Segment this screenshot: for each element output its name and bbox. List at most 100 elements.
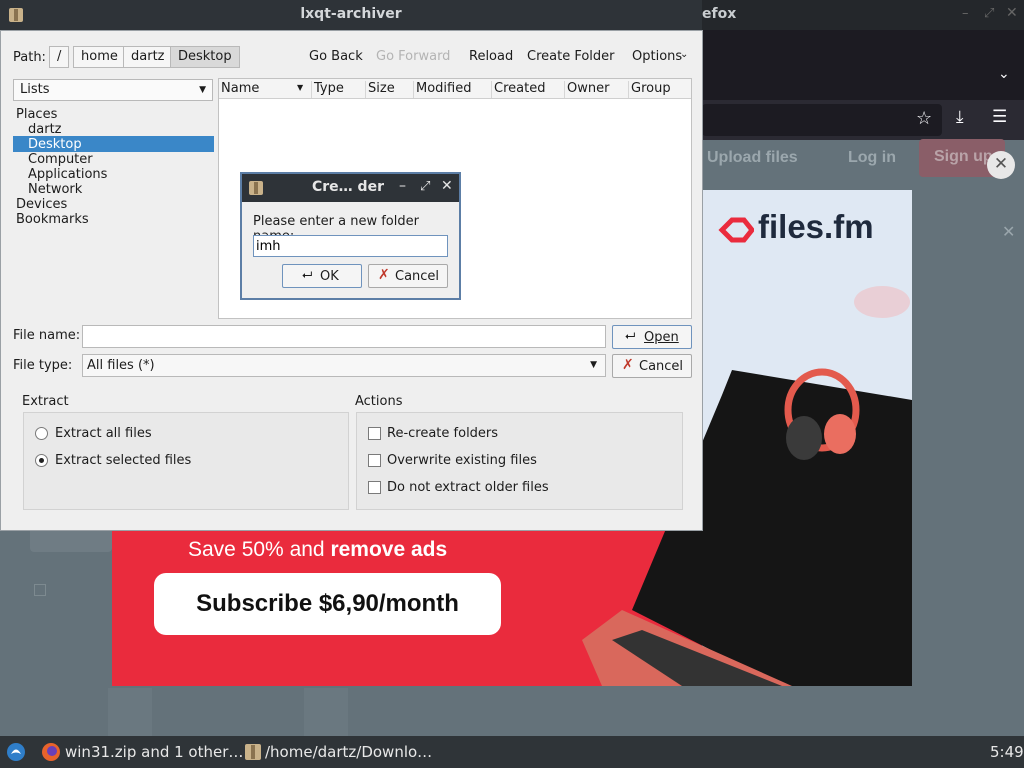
checkbox-overwrite[interactable] xyxy=(368,454,381,467)
browser-maximize2-icon[interactable]: ⤢ xyxy=(984,6,994,21)
login-link[interactable]: Log in xyxy=(848,149,896,167)
place-desktop-label: Desktop xyxy=(28,137,82,152)
task-firefox[interactable]: win31.zip and 1 other… xyxy=(65,743,243,761)
options-dropdown-icon: ⌄ xyxy=(680,49,689,60)
browser-title: efox xyxy=(702,6,737,22)
checkbox-recreate-folders[interactable] xyxy=(368,427,381,440)
view-mode-combo[interactable]: Lists ▼ xyxy=(13,79,213,101)
create-folder-button[interactable]: Create Folder xyxy=(527,49,615,64)
clock[interactable]: 5:49 xyxy=(990,743,1024,761)
place-computer[interactable]: Computer xyxy=(28,152,93,167)
dialog-cancel-button[interactable]: ✗ Cancel xyxy=(368,264,448,288)
extract-selected-label[interactable]: Extract selected files xyxy=(55,453,191,468)
overwrite-label[interactable]: Overwrite existing files xyxy=(387,453,537,468)
go-forward-button[interactable]: Go Forward xyxy=(376,49,450,64)
dialog-close-icon[interactable]: ✕ xyxy=(441,178,453,194)
go-back-button[interactable]: Go Back xyxy=(309,49,363,64)
open-arrow-icon: ⮠ xyxy=(625,329,636,344)
dialog-title: Cre… der xyxy=(312,179,384,195)
subscribe-button[interactable]: Subscribe $6,90/month xyxy=(154,573,501,635)
cancel-x-icon: ✗ xyxy=(622,357,634,373)
tab-list-chevron-icon[interactable]: ⌄ xyxy=(998,66,1010,82)
file-type-value: All files (*) xyxy=(87,358,155,373)
column-group[interactable]: Group xyxy=(628,81,691,98)
column-modified[interactable]: Modified xyxy=(413,81,491,98)
dialog-ok-button[interactable]: ⮠ OK xyxy=(282,264,362,288)
taskbar: win31.zip and 1 other… /home/dartz/Downl… xyxy=(0,736,1024,768)
radio-extract-selected[interactable] xyxy=(35,454,48,467)
sort-indicator-icon: ▼ xyxy=(297,83,304,92)
radio-dot xyxy=(39,458,44,463)
place-applications[interactable]: Applications xyxy=(28,167,107,182)
bookmarks-header[interactable]: Bookmarks xyxy=(16,212,89,227)
actions-title: Actions xyxy=(355,394,403,409)
open-button[interactable]: ⮠ Open xyxy=(612,325,692,349)
places-header[interactable]: Places xyxy=(16,107,57,122)
create-folder-dialog: Cre… der – ⤢ ✕ Please enter a new folder… xyxy=(240,172,461,300)
browser-urlbar: ☆ ⤓ ☰ xyxy=(702,100,1024,140)
cancel-label: Cancel xyxy=(639,359,684,374)
no-older-label[interactable]: Do not extract older files xyxy=(387,480,549,495)
column-size[interactable]: Size xyxy=(365,81,413,98)
browser-tabbar: ⌄ xyxy=(702,30,1024,100)
path-segment-home[interactable]: home xyxy=(73,46,126,68)
files-fm-logo-icon xyxy=(718,217,754,243)
ad-promo-text: Save 50% and remove ads xyxy=(188,538,448,561)
column-type[interactable]: Type xyxy=(311,81,365,98)
dialog-titlebar: Cre… der – ⤢ ✕ xyxy=(242,174,459,202)
column-owner[interactable]: Owner xyxy=(564,81,628,98)
dialog-maximize-icon[interactable]: ⤢ xyxy=(420,179,430,194)
chevron-down-icon: ▼ xyxy=(199,85,206,95)
file-name-input[interactable] xyxy=(82,325,606,348)
folder-name-input[interactable] xyxy=(253,235,448,257)
place-network[interactable]: Network xyxy=(28,182,82,197)
path-label: Path: xyxy=(13,50,46,65)
column-created[interactable]: Created xyxy=(491,81,564,98)
browser-close2-icon[interactable]: ✕ xyxy=(1006,5,1018,21)
faded-block-left xyxy=(108,688,152,736)
task-archiver[interactable]: /home/dartz/Downlo… xyxy=(265,743,432,761)
radio-extract-all[interactable] xyxy=(35,427,48,440)
upload-files-link[interactable]: Upload files xyxy=(707,149,798,167)
extract-title: Extract xyxy=(22,394,69,409)
browser-minimize2-icon[interactable]: – xyxy=(962,6,969,21)
ad-logo-text: files.fm xyxy=(758,208,874,245)
faded-checkbox xyxy=(34,584,46,596)
ad-close-icon[interactable]: ✕ xyxy=(987,151,1015,179)
place-desktop-selected[interactable]: Desktop xyxy=(13,136,214,152)
url-field[interactable] xyxy=(702,104,942,136)
dialog-cancel-x-icon: ✗ xyxy=(378,267,390,283)
page-close-icon[interactable]: ✕ xyxy=(1002,222,1015,241)
reload-button[interactable]: Reload xyxy=(469,49,513,64)
file-name-label: File name: xyxy=(13,328,81,343)
dialog-app-icon xyxy=(249,181,263,195)
cloud-decoration xyxy=(854,286,910,318)
firefox-icon xyxy=(42,743,60,761)
bookmark-star-icon[interactable]: ☆ xyxy=(916,108,932,129)
file-type-label: File type: xyxy=(13,358,73,373)
ok-arrow-icon: ⮠ xyxy=(302,268,313,283)
dialog-cancel-label: Cancel xyxy=(395,269,440,284)
extract-all-label[interactable]: Extract all files xyxy=(55,426,152,441)
open-label: Open xyxy=(644,330,679,345)
downloads-icon[interactable]: ⤓ xyxy=(956,107,964,127)
cancel-button[interactable]: ✗ Cancel xyxy=(612,354,692,378)
actions-group: Re-create folders Overwrite existing fil… xyxy=(356,412,683,510)
path-segment-root[interactable]: / xyxy=(49,46,70,68)
file-list-header: Name ▼ Type Size Modified Created Owner … xyxy=(219,79,691,99)
view-mode-value: Lists xyxy=(20,82,50,97)
menu-icon[interactable]: ☰ xyxy=(992,107,1007,127)
recreate-folders-label[interactable]: Re-create folders xyxy=(387,426,498,441)
path-segment-dartz[interactable]: dartz xyxy=(123,46,173,68)
extract-group: Extract all files Extract selected files xyxy=(23,412,349,510)
path-segment-desktop[interactable]: Desktop xyxy=(170,46,240,68)
window-title: lxqt-archiver xyxy=(300,6,402,22)
file-type-select[interactable]: All files (*) ▼ xyxy=(82,354,606,377)
dialog-minimize-icon[interactable]: – xyxy=(399,178,406,194)
checkbox-no-older[interactable] xyxy=(368,481,381,494)
faded-block-right xyxy=(304,688,348,736)
options-button[interactable]: Options xyxy=(632,49,682,64)
place-dartz[interactable]: dartz xyxy=(28,122,61,137)
devices-header[interactable]: Devices xyxy=(16,197,67,212)
start-menu-icon[interactable] xyxy=(6,742,26,762)
